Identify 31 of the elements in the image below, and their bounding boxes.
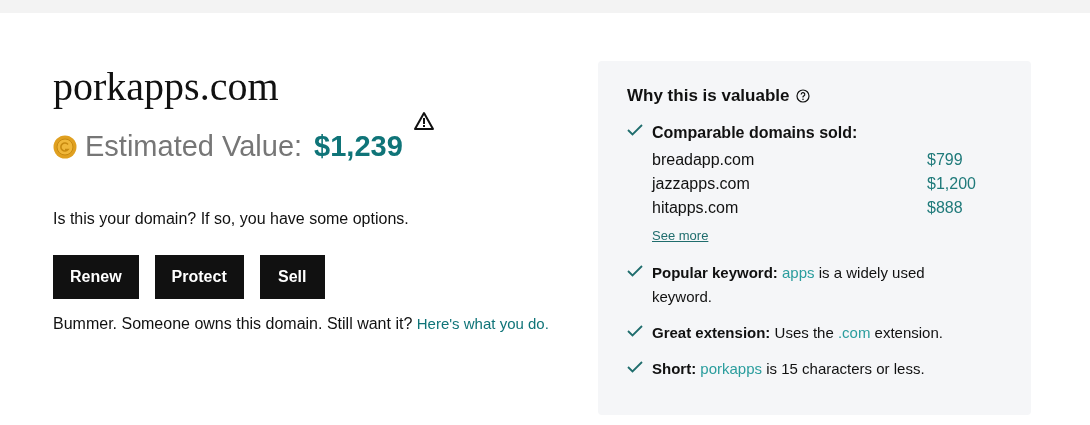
owned-note: Bummer. Someone owns this domain. Still want it? Here's what you do. bbox=[53, 313, 549, 334]
help-icon[interactable] bbox=[795, 88, 810, 103]
check-icon bbox=[627, 360, 643, 373]
comparables-label: Comparable domains sold: bbox=[652, 122, 858, 143]
reason-text: Popular keyword: apps is a widely used keyword. bbox=[652, 262, 926, 307]
domain-price: $888 bbox=[927, 197, 964, 218]
domain-price: $799 bbox=[927, 149, 964, 170]
action-button[interactable]: Renew bbox=[53, 254, 139, 299]
check-icon bbox=[627, 324, 643, 337]
panel-title: Why this is valuable bbox=[627, 85, 790, 107]
check-icon bbox=[627, 123, 643, 136]
reason-text: Short: porkapps is 15 characters or less. bbox=[652, 358, 926, 379]
estimate-value: $1,239 bbox=[314, 129, 403, 164]
domain-name: breadapp.com bbox=[652, 149, 755, 170]
check-icon bbox=[627, 264, 643, 277]
reason-text: Great extension: Uses the .com extension. bbox=[652, 322, 944, 343]
domain-name: jazzapps.com bbox=[652, 173, 750, 194]
keyword-link[interactable]: .com bbox=[837, 323, 871, 341]
help-link[interactable]: Here's what you do. bbox=[416, 314, 549, 332]
estimate-label: Estimated Value: bbox=[85, 129, 303, 164]
domain-prompt: Is this your domain? If so, you have some options. bbox=[53, 208, 409, 229]
keyword-link[interactable]: porkapps bbox=[700, 359, 763, 377]
coin-icon bbox=[53, 134, 77, 159]
domain-price: $1,200 bbox=[927, 173, 977, 194]
warning-icon[interactable] bbox=[412, 111, 435, 131]
domain-title: porkapps.com bbox=[53, 63, 279, 111]
see-more-link[interactable]: See more bbox=[652, 225, 709, 245]
action-button[interactable]: Sell bbox=[259, 254, 325, 299]
domain-name: hitapps.com bbox=[652, 197, 739, 218]
keyword-link[interactable]: apps bbox=[782, 263, 815, 281]
action-button[interactable]: Protect bbox=[154, 254, 244, 299]
